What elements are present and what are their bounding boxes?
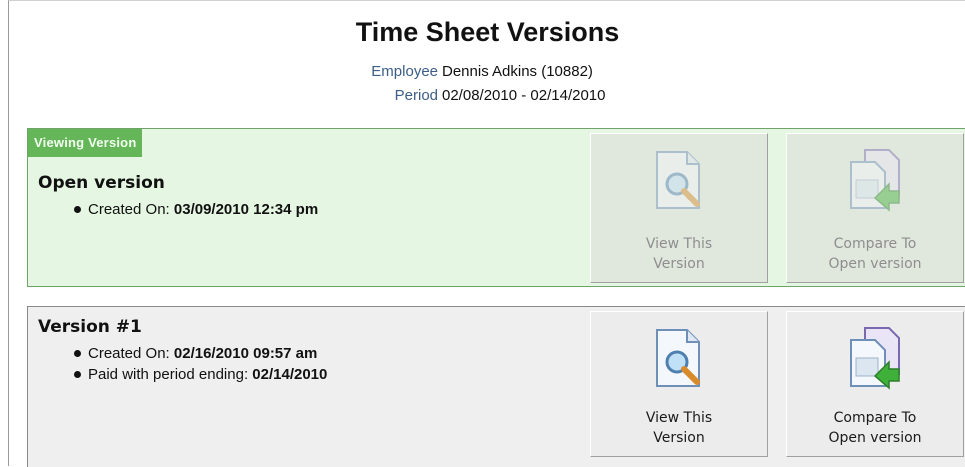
magnifier-document-icon: [651, 326, 707, 396]
paid-value: 02/14/2010: [252, 366, 328, 383]
compare-button-label: Compare To Open version: [828, 236, 922, 272]
created-label: Created On:: [88, 345, 174, 362]
compare-documents-icon: [845, 148, 905, 218]
compare-to-open-version-button-disabled: Compare To Open version: [786, 133, 964, 283]
version-1-title: Version #1: [38, 317, 142, 337]
compare-documents-icon: [845, 326, 905, 396]
employee-label: Employee: [371, 63, 438, 80]
version-1-panel: Version #1 Created On: 02/16/2010 09:57 …: [27, 306, 965, 467]
magnifier-document-icon: [651, 148, 707, 218]
compare-to-open-version-button[interactable]: Compare To Open version: [786, 311, 964, 457]
employee-value: Dennis Adkins (10882): [442, 63, 593, 80]
view-button-label: View This Version: [645, 236, 713, 272]
open-version-created: Created On: 03/09/2010 12:34 pm: [73, 199, 319, 220]
view-this-version-button-disabled: View This Version: [590, 133, 768, 283]
viewing-version-badge: Viewing Version: [28, 129, 143, 157]
created-label: Created On:: [88, 201, 174, 218]
compare-button-label: Compare To Open version: [828, 410, 922, 446]
created-value: 03/09/2010 12:34 pm: [173, 201, 319, 218]
period-value: 02/08/2010 - 02/14/2010: [442, 87, 606, 104]
page-title: Time Sheet Versions: [355, 17, 620, 47]
employee-row: Employee Dennis Adkins (10882): [9, 63, 965, 85]
viewing-version-panel: Viewing Version Open version Created On:…: [27, 128, 965, 287]
created-value: 02/16/2010 09:57 am: [173, 345, 318, 362]
open-version-details: Created On: 03/09/2010 12:34 pm: [73, 199, 319, 220]
versions-frame: Time Sheet Versions Employee Dennis Adki…: [8, 0, 965, 467]
view-button-label: View This Version: [645, 410, 713, 446]
period-label: Period: [394, 87, 438, 104]
version-1-details: Created On: 02/16/2010 09:57 am Paid wit…: [73, 343, 328, 385]
version-1-created: Created On: 02/16/2010 09:57 am: [73, 343, 327, 364]
version-1-paid: Paid with period ending: 02/14/2010: [73, 364, 328, 385]
period-row: Period 02/08/2010 - 02/14/2010: [9, 87, 965, 109]
view-this-version-button[interactable]: View This Version: [590, 311, 768, 457]
paid-label: Paid with period ending:: [88, 366, 253, 383]
open-version-title: Open version: [38, 173, 165, 193]
